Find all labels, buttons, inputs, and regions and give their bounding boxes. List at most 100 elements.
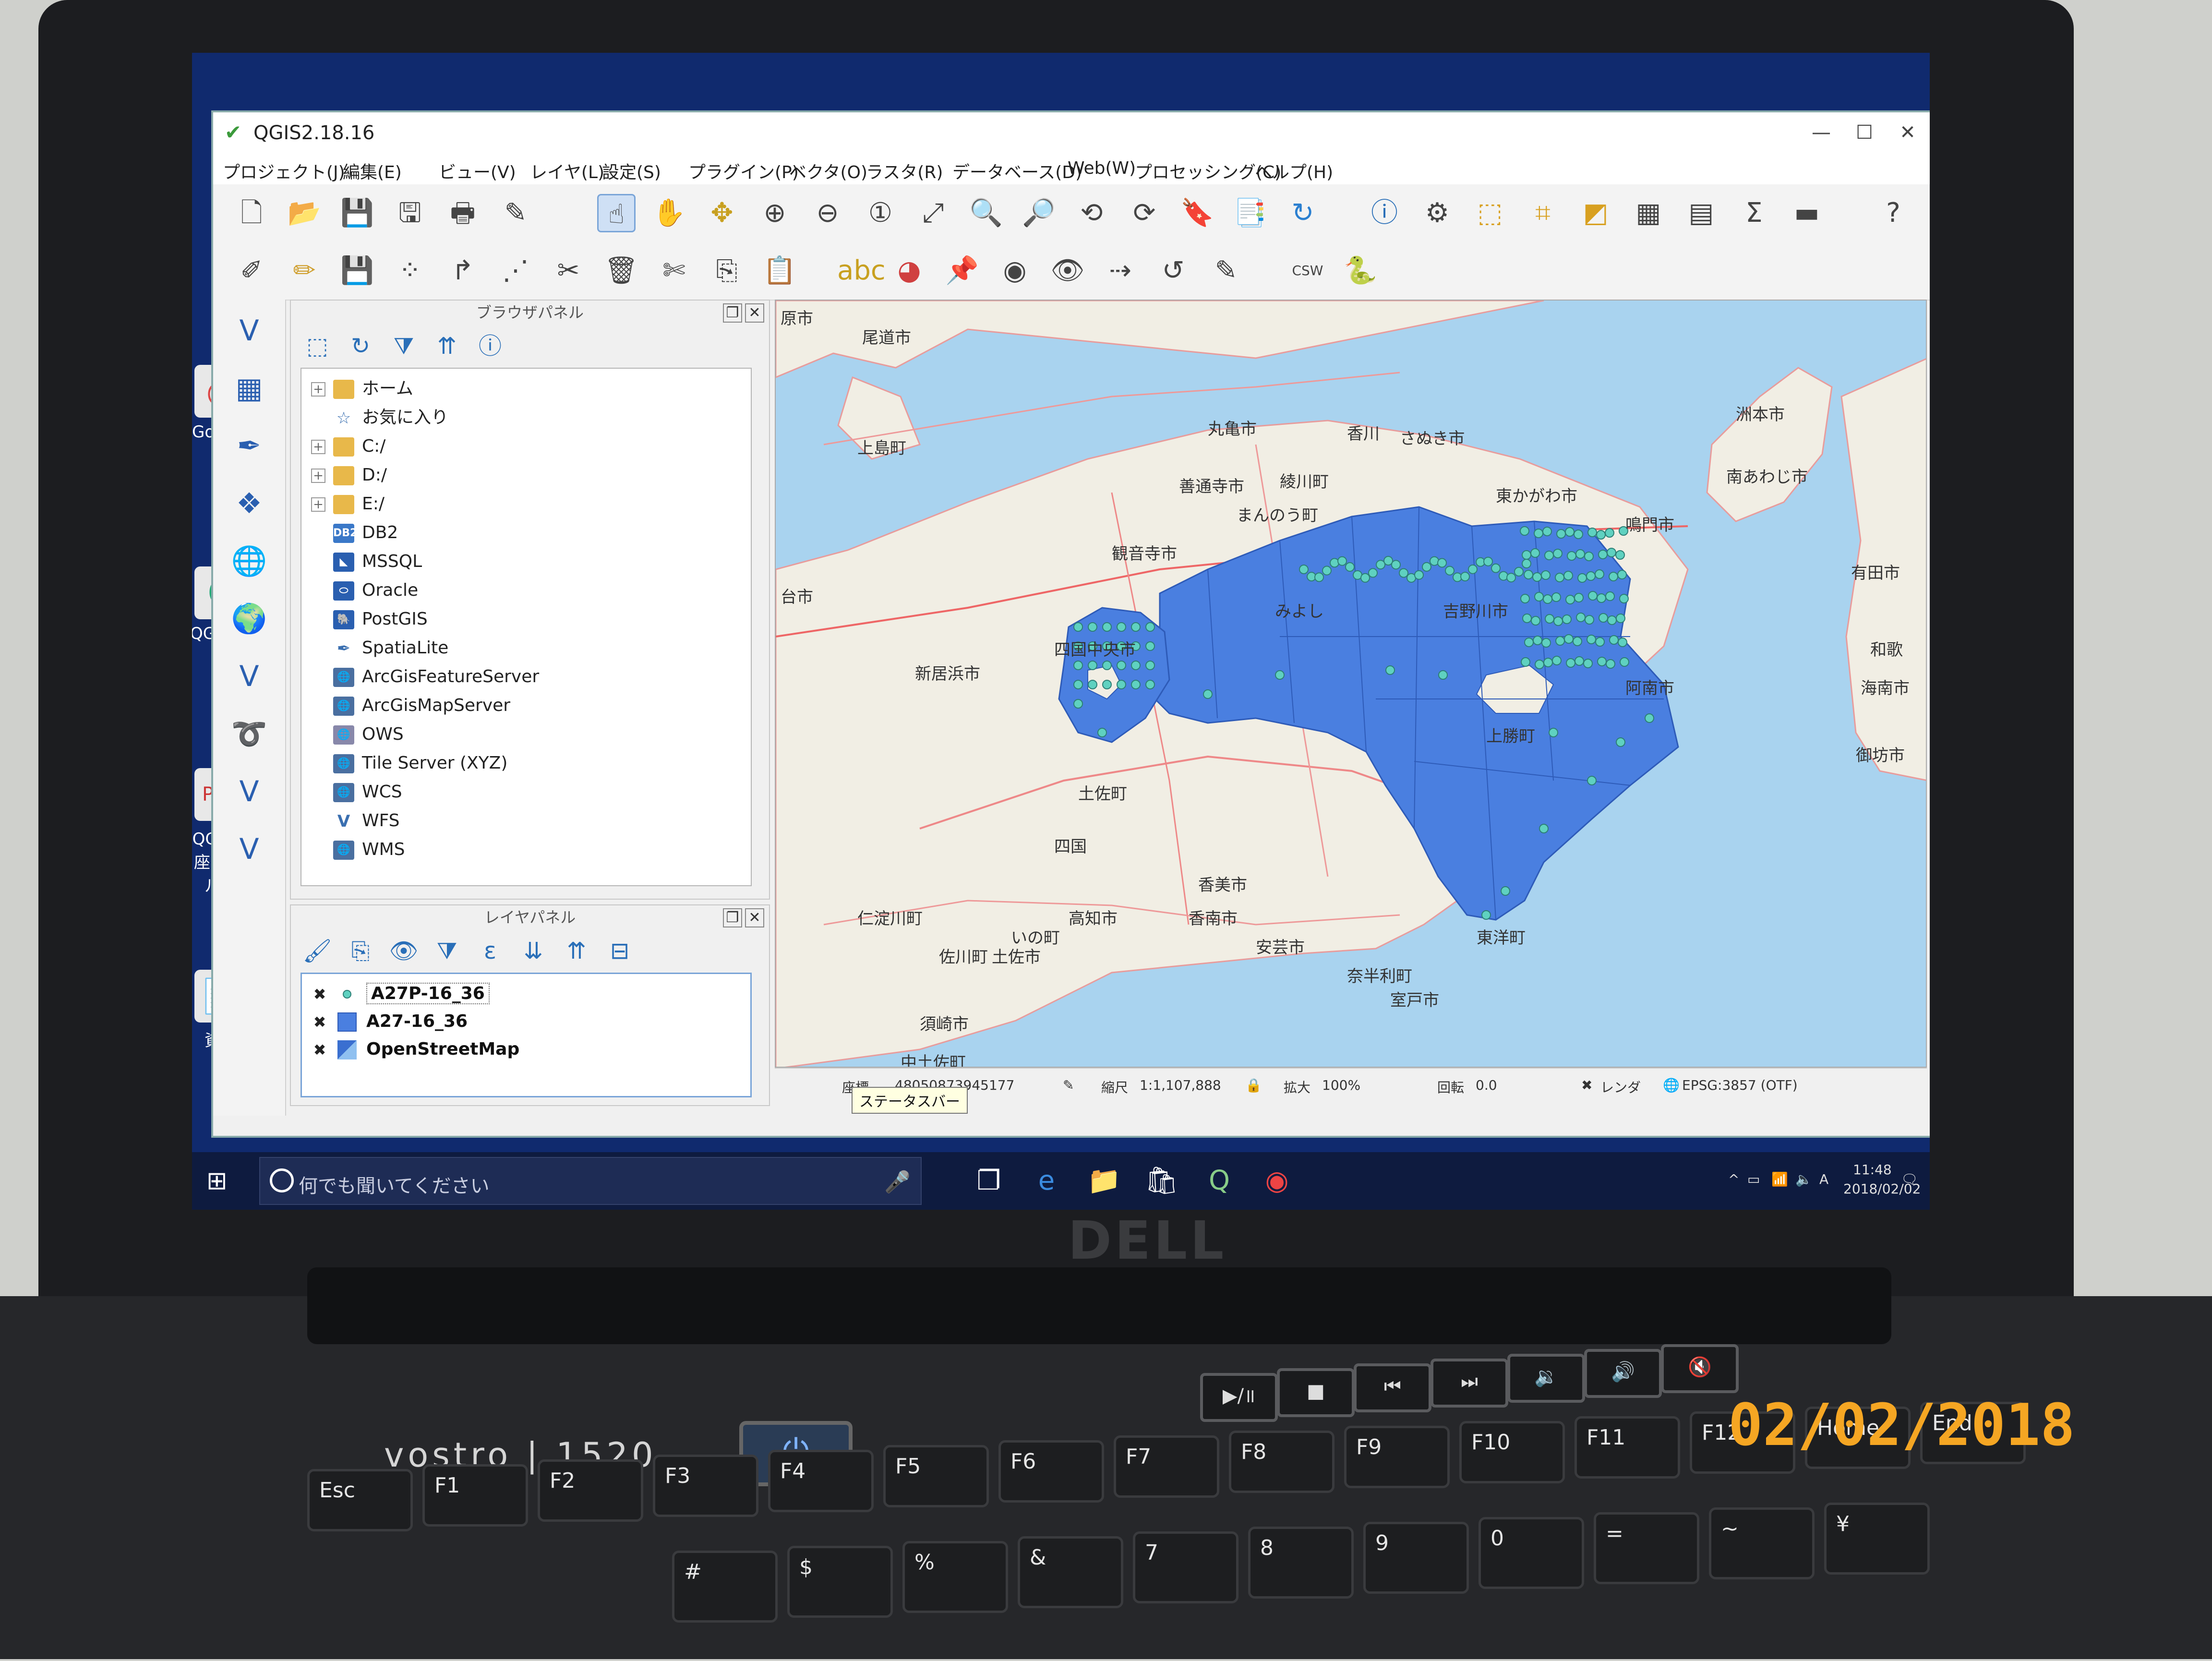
store-icon[interactable]: 🛍 <box>1142 1162 1181 1200</box>
map-point[interactable] <box>1088 661 1097 670</box>
map-point[interactable] <box>1145 680 1155 689</box>
map-point[interactable] <box>1531 616 1540 626</box>
browser-item[interactable]: + E:/ <box>311 492 385 517</box>
keyboard-key[interactable]: % <box>902 1541 1008 1613</box>
keyboard-key[interactable]: F11 <box>1575 1416 1680 1479</box>
keyboard-key[interactable]: F3 <box>653 1455 758 1517</box>
keyboard-key[interactable]: F8 <box>1229 1431 1334 1493</box>
browser-item[interactable]: 🌐 WCS <box>311 780 402 805</box>
cortana-search-box[interactable]: 何でも聞いてください 🎤 <box>259 1157 922 1205</box>
keyboard-key[interactable]: F7 <box>1114 1435 1219 1498</box>
layer-row[interactable]: ✖ A27P-16_36 <box>312 982 490 1006</box>
map-point[interactable] <box>1117 661 1126 670</box>
map-point[interactable] <box>1514 566 1524 577</box>
map-point[interactable] <box>1145 622 1155 632</box>
zoom-out-icon[interactable]: ⊖ <box>808 194 847 232</box>
map-point[interactable] <box>1563 571 1573 580</box>
map-point[interactable] <box>1619 594 1629 603</box>
browser-item[interactable]: ✒ SpatiaLite <box>311 636 448 661</box>
add-wms-layer-icon[interactable]: 🌐 <box>228 540 271 583</box>
scale-value[interactable]: 1:1,107,888 <box>1140 1077 1221 1093</box>
map-point[interactable] <box>1542 527 1552 536</box>
map-point[interactable] <box>1567 551 1576 561</box>
zoom-native-icon[interactable]: ① <box>861 194 900 232</box>
add-spatialite-layer-icon[interactable]: ✒ <box>228 424 271 468</box>
map-point[interactable] <box>1102 661 1112 670</box>
map-point[interactable] <box>1073 699 1083 709</box>
delete-icon[interactable]: 🗑 <box>602 252 640 290</box>
zoom-full-icon[interactable]: ⤢ <box>914 194 952 232</box>
file-explorer-icon[interactable]: 📁 <box>1085 1162 1123 1200</box>
map-point[interactable] <box>1430 556 1439 566</box>
expand-icon[interactable]: + <box>311 440 325 454</box>
extents-toggle-icon[interactable]: ✎ <box>1063 1077 1074 1093</box>
map-point[interactable] <box>1534 592 1544 602</box>
expand-icon[interactable]: + <box>311 497 325 512</box>
menu-item[interactable]: ヘルプ(H) <box>1255 158 1333 183</box>
map-point[interactable] <box>1543 658 1553 667</box>
map-point[interactable] <box>1131 622 1141 632</box>
map-point[interactable] <box>1330 558 1339 568</box>
map-point[interactable] <box>1543 594 1552 604</box>
keyboard-key[interactable]: F10 <box>1459 1421 1565 1483</box>
remove-layer-icon[interactable]: ⊟ <box>603 934 637 968</box>
new-print-composer-icon[interactable]: 🖶 <box>444 194 482 232</box>
browser-item[interactable]: DB2 DB2 <box>311 520 398 545</box>
map-point[interactable] <box>1549 728 1558 737</box>
expand-icon[interactable]: + <box>311 469 325 483</box>
close-panel-icon[interactable]: ✕ <box>745 908 764 927</box>
battery-icon[interactable]: ▭ <box>1747 1171 1760 1187</box>
menu-item[interactable]: データベース(D) <box>952 158 1082 183</box>
crs-value[interactable]: EPSG:3857 (OTF) <box>1682 1077 1798 1093</box>
map-point[interactable] <box>1575 656 1584 666</box>
expand-icon[interactable]: + <box>311 382 325 397</box>
touch-zoom-pan-icon[interactable]: ☝ <box>597 194 636 232</box>
microphone-icon[interactable]: 🎤 <box>884 1169 911 1194</box>
map-point[interactable] <box>1573 637 1582 646</box>
save-as-icon[interactable]: 🖫 <box>391 194 429 232</box>
menu-item[interactable]: レイヤ(L) <box>530 158 604 183</box>
select-features-icon[interactable]: ⬚ <box>1471 194 1509 232</box>
map-point[interactable] <box>1555 636 1565 646</box>
map-point[interactable] <box>1438 670 1448 680</box>
map-point[interactable] <box>1574 593 1584 602</box>
keyboard-key[interactable]: F5 <box>883 1445 989 1507</box>
deselect-features-icon[interactable]: ◩ <box>1576 194 1615 232</box>
map-point[interactable] <box>1556 529 1566 539</box>
map-point[interactable] <box>1460 572 1470 582</box>
map-point[interactable] <box>1535 660 1544 669</box>
media-next-key[interactable]: ⏭ <box>1431 1359 1508 1408</box>
keyboard-key[interactable]: F6 <box>998 1440 1104 1503</box>
highlight-pinned-labels-icon[interactable]: ◉ <box>996 252 1034 290</box>
keyboard-key[interactable]: 8 <box>1248 1527 1354 1599</box>
map-point[interactable] <box>1552 656 1562 665</box>
map-point[interactable] <box>1530 548 1540 558</box>
map-point[interactable] <box>1533 636 1542 645</box>
collapse-all-icon[interactable]: ⇈ <box>560 934 593 968</box>
browser-item[interactable]: + D:/ <box>311 463 387 488</box>
filter-icon[interactable]: ⧩ <box>387 329 421 363</box>
map-point[interactable] <box>1587 635 1596 644</box>
browser-item[interactable]: V WFS <box>311 808 400 833</box>
menu-item[interactable]: 編集(E) <box>343 158 402 183</box>
pan-to-selection-icon[interactable]: ✥ <box>703 194 741 232</box>
measure-line-icon[interactable]: ▬ <box>1788 194 1826 232</box>
refresh-icon[interactable]: ↻ <box>344 329 377 363</box>
map-point[interactable] <box>1541 570 1551 580</box>
map-point[interactable] <box>1522 550 1531 560</box>
chrome-taskbar-icon[interactable]: ◉ <box>1258 1162 1296 1200</box>
delete-selected-icon[interactable]: ✂ <box>549 252 588 290</box>
browser-item[interactable]: 🌐 ArcGisFeatureServer <box>311 664 539 689</box>
browser-item[interactable]: + ホーム <box>311 376 413 401</box>
rotation-value[interactable]: 0.0 <box>1476 1077 1497 1093</box>
manage-visibility-icon[interactable]: 👁 <box>387 934 421 968</box>
map-point[interactable] <box>1566 658 1575 668</box>
map-point[interactable] <box>1534 529 1543 538</box>
browser-item[interactable]: 🌐 Tile Server (XYZ) <box>311 751 507 776</box>
map-point[interactable] <box>1595 569 1604 579</box>
layer-visibility-checkbox[interactable]: ✖ <box>312 1014 328 1030</box>
map-point[interactable] <box>1385 665 1395 675</box>
map-point[interactable] <box>1522 614 1532 623</box>
map-point[interactable] <box>1117 622 1126 632</box>
map-point[interactable] <box>1506 573 1516 583</box>
